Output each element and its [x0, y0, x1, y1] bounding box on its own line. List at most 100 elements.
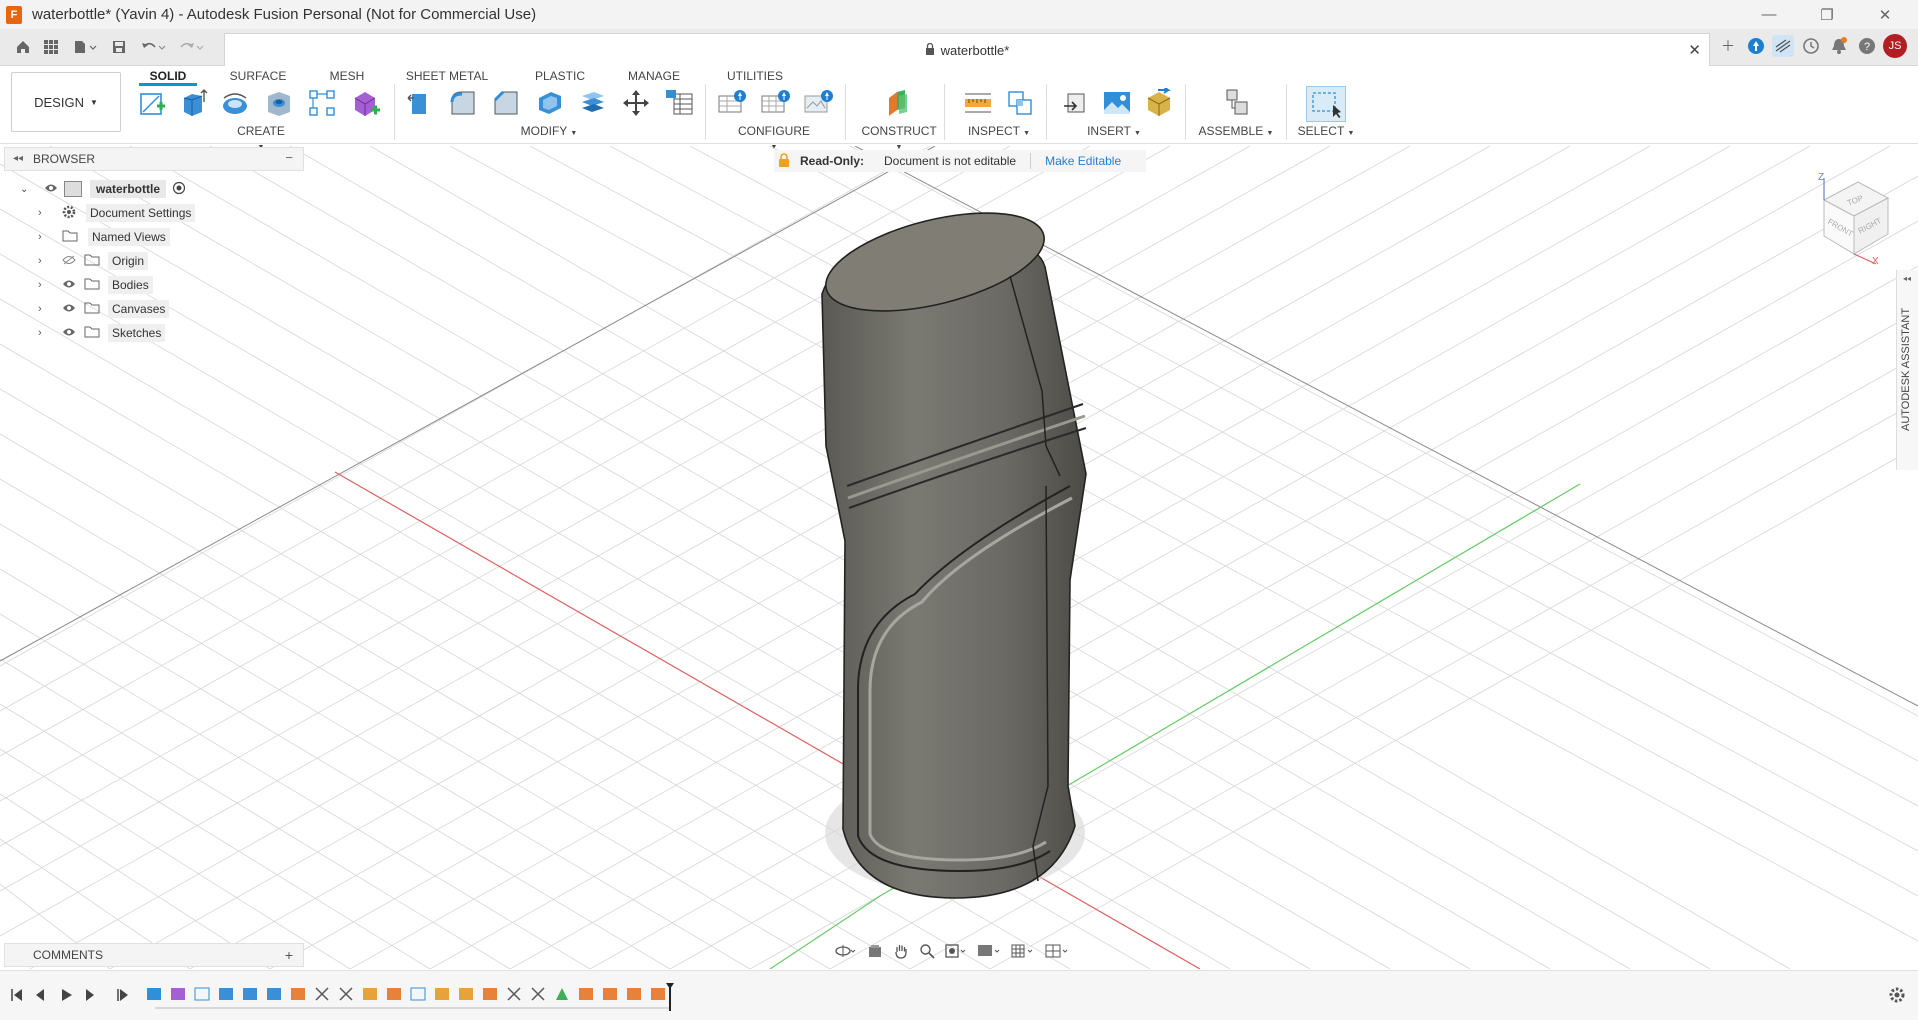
tab-mesh[interactable]: MESH: [324, 66, 370, 86]
modify-menu[interactable]: MODIFY ▼: [519, 124, 579, 138]
insert-image-icon[interactable]: [1100, 86, 1134, 120]
insert-mcmaster-icon[interactable]: [1142, 86, 1176, 120]
hole-icon[interactable]: [262, 86, 296, 120]
workspace-switcher-button[interactable]: DESIGN ▼: [11, 72, 121, 132]
move-copy-icon[interactable]: [619, 86, 653, 120]
measure-icon[interactable]: [961, 86, 995, 120]
data-panel-grid-icon[interactable]: [40, 36, 62, 58]
combine-icon[interactable]: [576, 86, 610, 120]
document-tab[interactable]: waterbottle* ✕: [224, 33, 1710, 66]
notifications-bell-icon[interactable]: [1828, 35, 1850, 57]
browser-item-label: Canvases: [108, 300, 170, 318]
pattern-icon[interactable]: [305, 86, 339, 120]
hidden-eye-icon[interactable]: [62, 254, 76, 268]
insert-menu[interactable]: INSERT ▼: [1082, 124, 1146, 138]
help-icon[interactable]: ?: [1856, 35, 1878, 57]
online-status-icon[interactable]: [1745, 35, 1767, 57]
select-menu[interactable]: SELECT ▼: [1296, 124, 1356, 138]
collapse-panel-icon[interactable]: ◂◂: [13, 153, 23, 164]
inspect-menu[interactable]: INSPECT ▼: [964, 124, 1034, 138]
chevron-right-icon[interactable]: ›: [38, 327, 52, 339]
browser-panel-header: ◂◂ BROWSER −: [4, 147, 304, 171]
3d-viewport[interactable]: [0, 146, 1918, 969]
browser-item-origin[interactable]: › Origin: [38, 250, 149, 272]
new-tab-icon[interactable]: ＋: [1717, 35, 1739, 57]
new-component-icon[interactable]: [1219, 86, 1253, 120]
browser-item-document-settings[interactable]: › Document Settings: [38, 202, 196, 224]
insert-derive-icon[interactable]: [1058, 86, 1092, 120]
close-tab-icon[interactable]: ✕: [1688, 41, 1701, 59]
minimize-button[interactable]: —: [1746, 0, 1792, 29]
chevron-right-icon[interactable]: ›: [38, 207, 52, 219]
configure-rows-icon[interactable]: [759, 86, 793, 120]
browser-item-label: Named Views: [88, 228, 170, 246]
file-menu-icon[interactable]: [70, 36, 100, 58]
visibility-eye-icon[interactable]: [62, 326, 76, 340]
visibility-eye-icon[interactable]: [44, 182, 58, 196]
visibility-eye-icon[interactable]: [62, 302, 76, 316]
undo-icon[interactable]: [138, 36, 168, 58]
revolve-icon[interactable]: [218, 86, 252, 120]
chevron-right-icon[interactable]: ›: [38, 231, 52, 243]
pan-hand-icon[interactable]: [893, 943, 909, 962]
tab-sheet-metal[interactable]: SHEET METAL: [404, 66, 490, 86]
browser-item-bodies[interactable]: › Bodies: [38, 274, 153, 296]
chevron-right-icon[interactable]: ›: [38, 303, 52, 315]
display-settings-icon[interactable]: [977, 943, 1001, 962]
configure-table-icon[interactable]: [716, 86, 750, 120]
browser-item-canvases[interactable]: › Canvases: [38, 298, 170, 320]
redo-icon[interactable]: [176, 36, 206, 58]
user-avatar[interactable]: JS: [1883, 34, 1907, 58]
chevron-down-icon[interactable]: ⌄: [20, 184, 34, 195]
create-sketch-icon[interactable]: [135, 86, 169, 120]
save-icon[interactable]: [108, 36, 130, 58]
minimize-browser-icon[interactable]: −: [285, 150, 293, 165]
timeline-playback-controls[interactable]: [12, 989, 128, 1001]
tab-plastic[interactable]: PLASTIC: [532, 66, 588, 86]
activate-radio-icon[interactable]: [172, 181, 186, 198]
offset-plane-icon[interactable]: [881, 86, 915, 120]
extrude-icon[interactable]: [176, 86, 210, 120]
job-status-icon[interactable]: [1772, 35, 1794, 57]
restore-button[interactable]: ❐: [1804, 0, 1850, 29]
orbit-icon[interactable]: [835, 943, 857, 962]
assistant-side-panel[interactable]: ◂◂ AUTODESK ASSISTANT: [1896, 270, 1918, 470]
shell-icon[interactable]: [533, 86, 567, 120]
viewports-icon[interactable]: [1045, 943, 1069, 962]
history-clock-icon[interactable]: [1800, 35, 1822, 57]
root-component-label: waterbottle: [90, 180, 167, 198]
fillet-icon[interactable]: [446, 86, 480, 120]
chevron-right-icon[interactable]: ›: [38, 279, 52, 291]
look-at-icon[interactable]: [867, 943, 883, 962]
browser-item-named-views[interactable]: › Named Views: [38, 226, 170, 248]
tab-solid[interactable]: SOLID: [139, 66, 197, 86]
chamfer-icon[interactable]: [489, 86, 523, 120]
timeline-features[interactable]: [147, 987, 665, 1001]
press-pull-icon[interactable]: [402, 86, 436, 120]
expand-panel-icon[interactable]: ◂◂: [1903, 274, 1911, 283]
browser-item-sketches[interactable]: › Sketches: [38, 322, 166, 344]
view-cube[interactable]: TOP FRONT RIGHT Z X: [1808, 170, 1898, 267]
tab-utilities[interactable]: UTILITIES: [720, 66, 790, 86]
select-window-icon[interactable]: [1306, 86, 1346, 122]
fit-icon[interactable]: [945, 943, 967, 962]
add-comment-icon[interactable]: +: [285, 947, 293, 963]
timeline-marker[interactable]: [666, 983, 674, 1011]
timeline-settings-gear-icon[interactable]: [1888, 986, 1906, 1007]
tab-manage[interactable]: MANAGE: [624, 66, 684, 86]
make-editable-link[interactable]: Make Editable: [1045, 154, 1121, 168]
configure-theme-icon[interactable]: [802, 86, 836, 120]
tab-surface[interactable]: SURFACE: [228, 66, 288, 86]
browser-root-item[interactable]: ⌄ waterbottle: [20, 178, 186, 200]
create-form-icon[interactable]: [349, 86, 383, 120]
assemble-menu[interactable]: ASSEMBLE ▼: [1196, 124, 1276, 138]
chevron-right-icon[interactable]: ›: [38, 255, 52, 267]
grid-settings-icon[interactable]: [1011, 943, 1035, 962]
visibility-eye-icon[interactable]: [62, 278, 76, 292]
zoom-icon[interactable]: [919, 943, 935, 962]
change-parameters-icon[interactable]: [662, 86, 696, 120]
home-icon[interactable]: [12, 36, 34, 58]
interference-icon[interactable]: [1003, 86, 1037, 120]
close-window-button[interactable]: ✕: [1862, 0, 1908, 29]
waterbottle-body[interactable]: [816, 194, 1087, 899]
